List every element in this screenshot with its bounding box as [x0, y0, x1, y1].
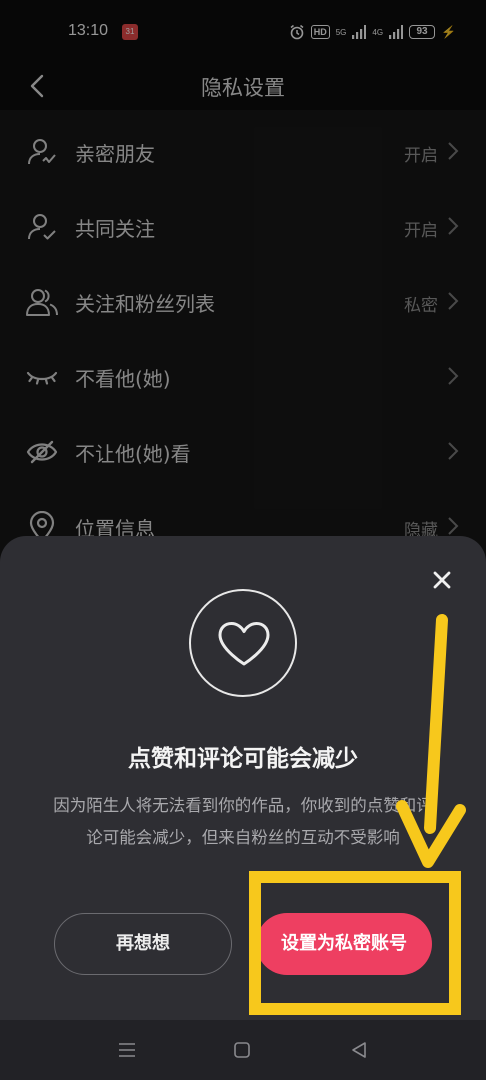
- annotation-highlight-box: [249, 871, 461, 1015]
- reconsider-button[interactable]: 再想想: [54, 913, 232, 975]
- home-icon[interactable]: [234, 1042, 250, 1058]
- heart-badge: [189, 589, 297, 697]
- heart-icon: [218, 622, 270, 666]
- back-icon[interactable]: [350, 1041, 368, 1059]
- dialog-title: 点赞和评论可能会减少: [128, 746, 358, 772]
- menu-icon[interactable]: [118, 1042, 136, 1058]
- system-nav-bar: [0, 1020, 486, 1080]
- close-icon[interactable]: [428, 566, 456, 594]
- dialog-description: 因为陌生人将无法看到你的作品，你收到的点赞和评论可能会减少，但来自粉丝的互动不受…: [53, 796, 433, 847]
